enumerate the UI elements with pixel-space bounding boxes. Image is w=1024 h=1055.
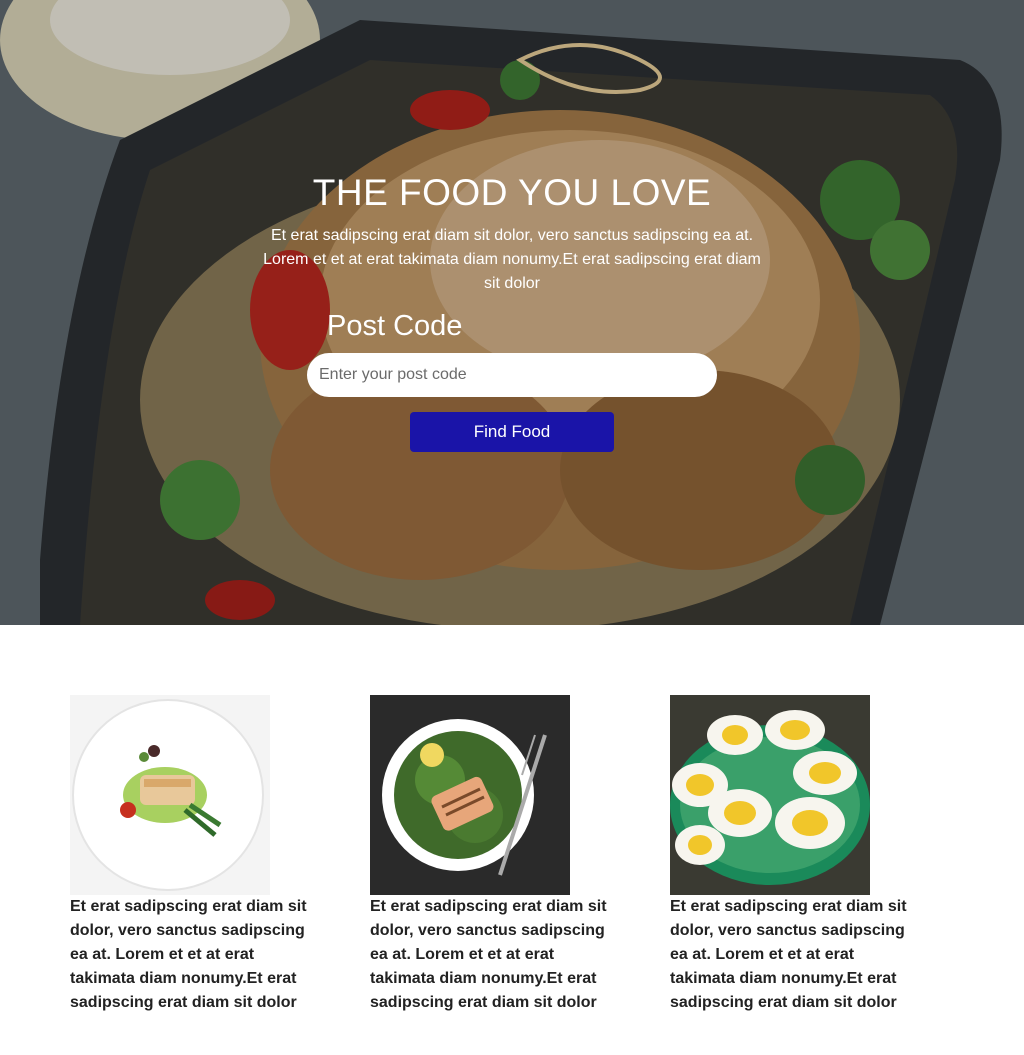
food-card: Et erat sadipscing erat diam sit dolor, … xyxy=(370,695,610,1015)
postcode-input[interactable] xyxy=(307,353,717,397)
postcode-label: Post Code xyxy=(327,310,463,342)
food-card: Et erat sadipscing erat diam sit dolor, … xyxy=(670,695,910,1015)
hero-overlay xyxy=(0,0,1024,625)
food-cards-section: Et erat sadipscing erat diam sit dolor, … xyxy=(0,695,1024,1055)
hero-section: THE FOOD YOU LOVE Et erat sadipscing era… xyxy=(0,0,1024,625)
deviled-eggs-image xyxy=(670,695,870,895)
hero-description: Et erat sadipscing erat diam sit dolor, … xyxy=(263,227,761,292)
plated-fish-dish-image xyxy=(70,695,270,895)
find-food-button[interactable]: Find Food xyxy=(410,412,614,452)
card-description: Et erat sadipscing erat diam sit dolor, … xyxy=(70,898,307,1011)
hero-title: THE FOOD YOU LOVE xyxy=(312,172,712,213)
grilled-salmon-greens-image xyxy=(370,695,570,895)
food-card: Et erat sadipscing erat diam sit dolor, … xyxy=(70,695,310,1015)
card-description: Et erat sadipscing erat diam sit dolor, … xyxy=(370,898,607,1011)
card-description: Et erat sadipscing erat diam sit dolor, … xyxy=(670,898,907,1011)
